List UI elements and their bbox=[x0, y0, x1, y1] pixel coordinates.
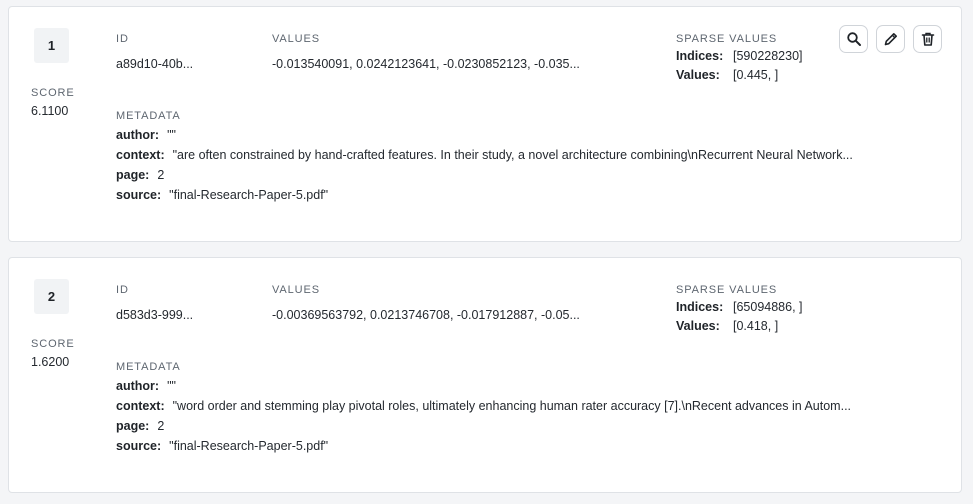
sparse-indices-row: Indices: [65094886, ] bbox=[676, 300, 803, 314]
sparse-values-label: SPARSE VALUES bbox=[676, 284, 778, 296]
metadata-label: METADATA bbox=[116, 110, 181, 122]
metadata-value: 2 bbox=[157, 419, 165, 433]
id-label: ID bbox=[116, 33, 129, 45]
metadata-value: "" bbox=[167, 128, 176, 142]
metadata-key: source: bbox=[116, 439, 162, 453]
trash-icon bbox=[921, 32, 934, 46]
metadata-key: page: bbox=[116, 168, 150, 182]
search-icon bbox=[846, 32, 861, 46]
sparse-values-row: Values: [0.445, ] bbox=[676, 68, 778, 82]
metadata-key: author: bbox=[116, 128, 160, 142]
metadata-value: 2 bbox=[157, 168, 165, 182]
metadata-author: author: "" bbox=[116, 128, 176, 142]
metadata-value: "are often constrained by hand-crafted f… bbox=[172, 148, 853, 162]
sparse-indices-value: [65094886, ] bbox=[733, 300, 803, 314]
sparse-indices-key: Indices: bbox=[676, 49, 724, 63]
metadata-page: page: 2 bbox=[116, 419, 164, 433]
metadata-value: "final-Research-Paper-5.pdf" bbox=[169, 188, 329, 202]
id-label: ID bbox=[116, 284, 129, 296]
sparse-indices-key: Indices: bbox=[676, 300, 724, 314]
score-value: 6.1100 bbox=[31, 104, 69, 118]
edit-button[interactable] bbox=[876, 25, 905, 53]
pencil-icon bbox=[884, 33, 897, 46]
metadata-key: page: bbox=[116, 419, 150, 433]
metadata-value: "word order and stemming play pivotal ro… bbox=[172, 399, 852, 413]
values-label: VALUES bbox=[272, 284, 320, 296]
sparse-values-value: [0.445, ] bbox=[733, 68, 779, 82]
metadata-author: author: "" bbox=[116, 379, 176, 393]
record-id: a89d10-40b... bbox=[116, 57, 194, 71]
sparse-indices-row: Indices: [59022823​0] bbox=[676, 49, 803, 63]
metadata-source: source: "final-Research-Paper-5.pdf" bbox=[116, 188, 328, 202]
sparse-values-key: Values: bbox=[676, 68, 720, 82]
score-label: SCORE bbox=[31, 338, 75, 350]
delete-button[interactable] bbox=[913, 25, 942, 53]
search-button[interactable] bbox=[839, 25, 868, 53]
sparse-values-row: Values: [0.418, ] bbox=[676, 319, 778, 333]
metadata-key: context: bbox=[116, 399, 165, 413]
vector-values: -0.00369563792, 0.0213746708, -0.0179128… bbox=[272, 308, 580, 322]
sparse-indices-value: [59022823​0] bbox=[733, 49, 803, 63]
sparse-values-label: SPARSE VALUES bbox=[676, 33, 778, 45]
metadata-key: context: bbox=[116, 148, 165, 162]
record-card: 1 SCORE 6.1100 ID a89d10-40b... VALUES -… bbox=[8, 6, 962, 242]
sparse-values-value: [0.418, ] bbox=[733, 319, 779, 333]
metadata-key: source: bbox=[116, 188, 162, 202]
metadata-page: page: 2 bbox=[116, 168, 164, 182]
metadata-source: source: "final-Research-Paper-5.pdf" bbox=[116, 439, 328, 453]
score-value: 1.6200 bbox=[31, 355, 70, 369]
rank-badge: 2 bbox=[34, 279, 69, 314]
metadata-value: "final-Research-Paper-5.pdf" bbox=[169, 439, 329, 453]
metadata-key: author: bbox=[116, 379, 160, 393]
sparse-values-key: Values: bbox=[676, 319, 720, 333]
metadata-context: context: "are often constrained by hand-c… bbox=[116, 148, 853, 162]
metadata-context: context: "word order and stemming play pi… bbox=[116, 399, 851, 413]
record-actions bbox=[839, 25, 942, 53]
vector-values: -0.013540091, 0.0242123641, -0.023085212… bbox=[272, 57, 580, 71]
score-label: SCORE bbox=[31, 87, 75, 99]
metadata-label: METADATA bbox=[116, 361, 181, 373]
metadata-value: "" bbox=[167, 379, 176, 393]
rank-badge: 1 bbox=[34, 28, 69, 63]
values-label: VALUES bbox=[272, 33, 320, 45]
record-card: 2 SCORE 1.6200 ID d583d3-999... VALUES -… bbox=[8, 257, 962, 493]
record-id: d583d3-999... bbox=[116, 308, 194, 322]
